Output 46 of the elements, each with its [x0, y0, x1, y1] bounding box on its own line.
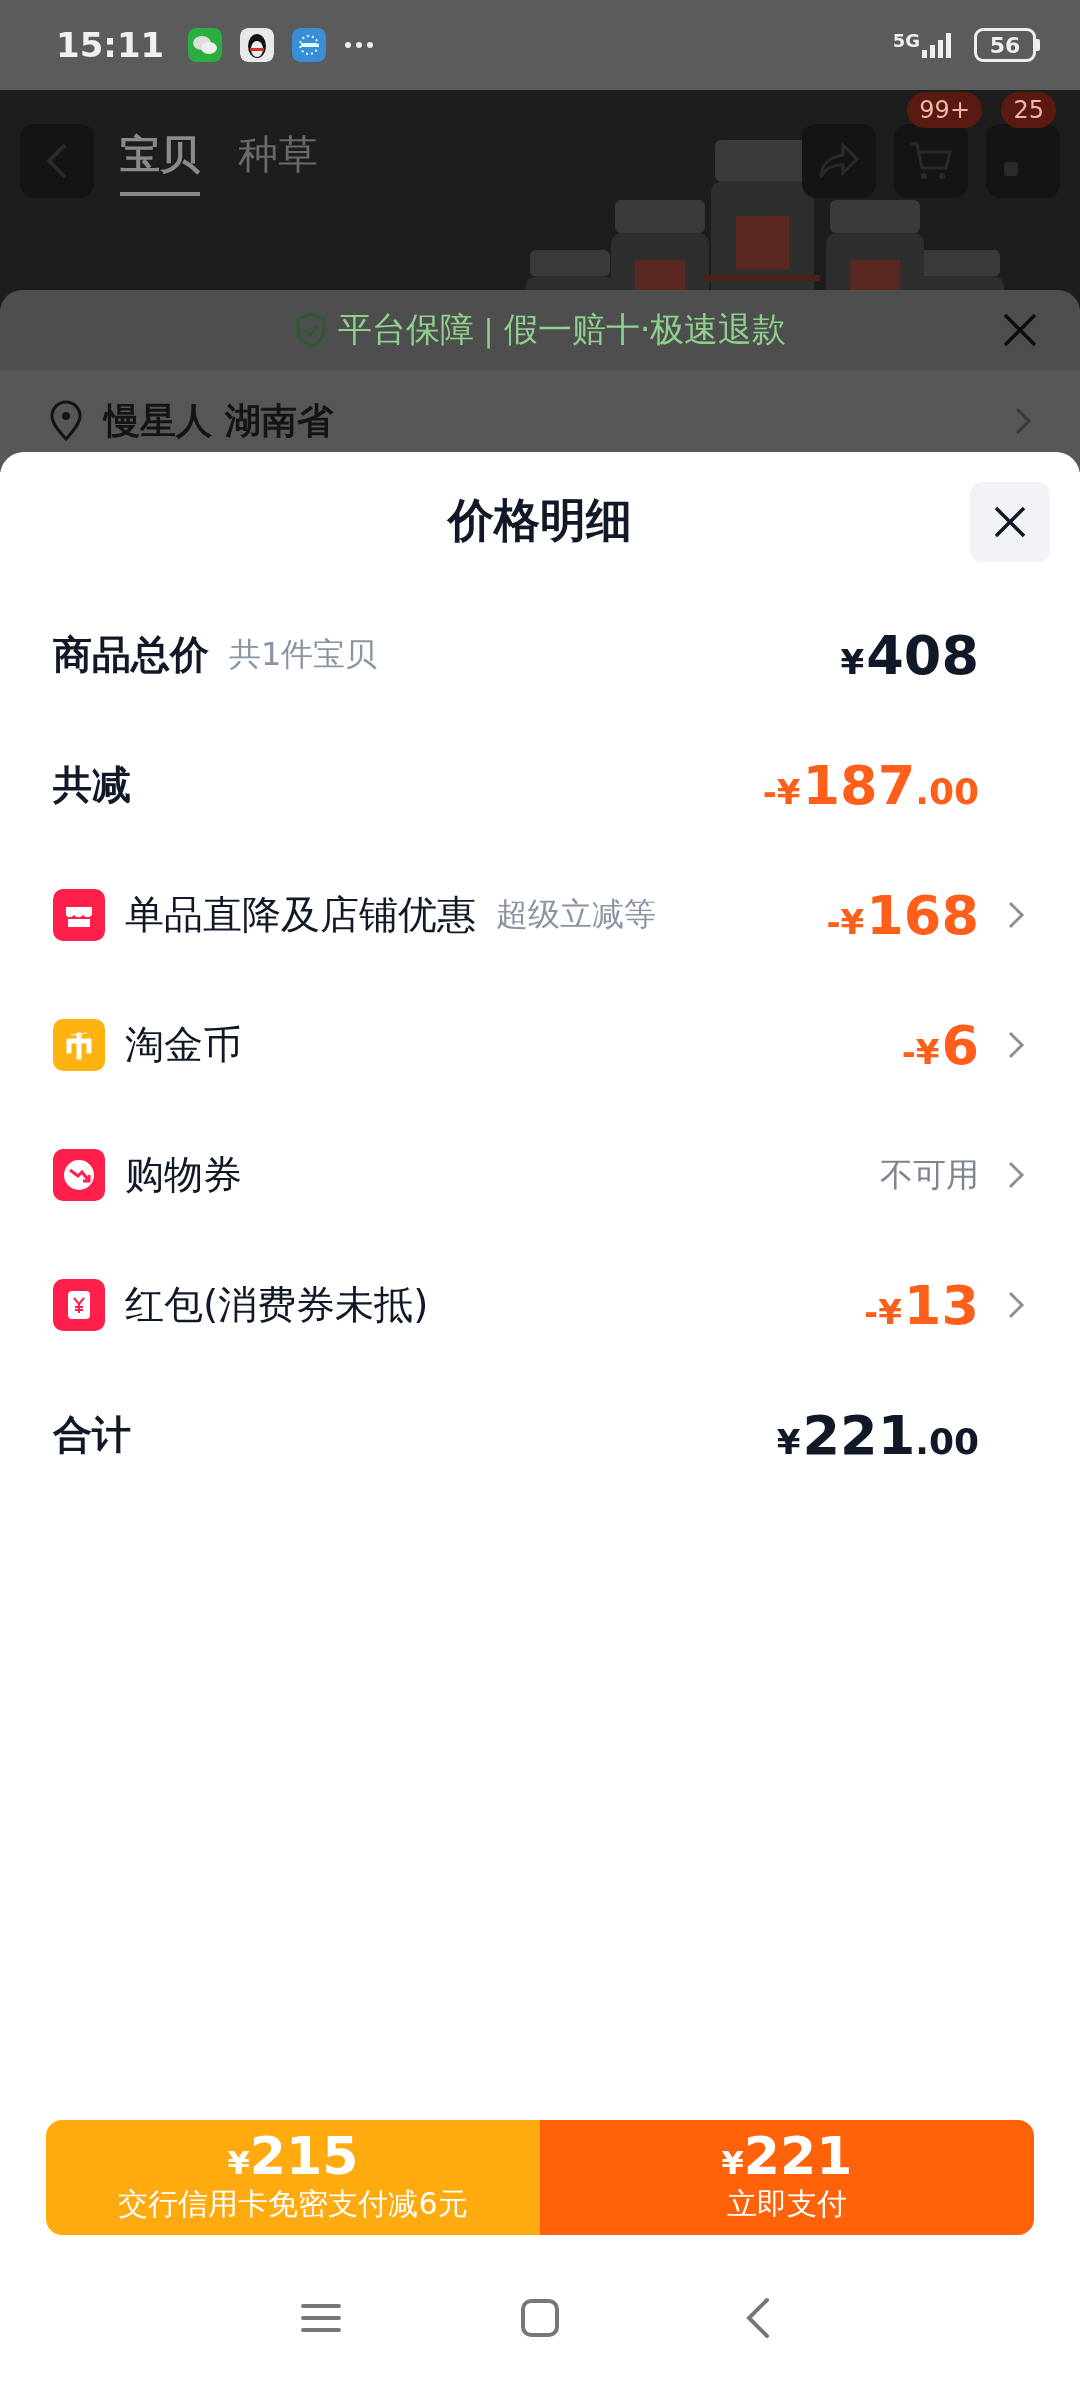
row-label: 红包(消费券未抵) — [125, 1281, 429, 1329]
price-value: -¥6 — [901, 1013, 979, 1077]
coin-icon — [53, 1019, 105, 1071]
network-label: 5G — [892, 30, 920, 51]
row-note: 超级立减等 — [496, 894, 656, 935]
close-icon[interactable] — [1002, 312, 1038, 348]
close-icon — [993, 505, 1027, 539]
separator: | — [483, 312, 494, 348]
address-text: 慢星人 湖南省 — [104, 398, 334, 443]
location-pin-icon — [48, 400, 84, 442]
guarantee-text: 假一赔十·极速退款 — [503, 308, 787, 351]
price-value: ¥221.00 — [776, 1403, 979, 1467]
price-value: ¥408 — [840, 623, 979, 687]
price-value: 不可用 — [880, 1153, 979, 1196]
price-value: -¥13 — [864, 1273, 979, 1337]
header-tab[interactable]: 宝贝 — [120, 126, 200, 196]
chevron-icon[interactable] — [1007, 900, 1025, 930]
row-label: 单品直降及店铺优惠 — [125, 891, 476, 939]
close-button[interactable] — [970, 482, 1050, 562]
chevron-icon[interactable] — [1007, 1030, 1025, 1060]
row-label: 购物券 — [125, 1151, 242, 1199]
shop-icon — [53, 889, 105, 941]
price-value: -¥168 — [826, 883, 979, 947]
row-label: 商品总价 — [53, 631, 209, 679]
pay-button[interactable]: ¥215 交行信用卡免密支付减6元 — [46, 2120, 540, 2235]
row-label: 合计 — [53, 1411, 131, 1459]
count-badge: 25 — [1001, 92, 1056, 128]
chat-app-icon — [188, 28, 223, 62]
row-note: 共1件宝贝 — [229, 634, 378, 675]
count-badge: 99+ — [907, 92, 982, 128]
coupon-icon — [53, 1149, 105, 1201]
penguin-app-icon — [240, 28, 275, 62]
row-label: 共减 — [53, 761, 131, 809]
router-app-icon — [292, 28, 327, 62]
price-value: -¥187.00 — [762, 753, 979, 817]
chevron-icon[interactable] — [1007, 1290, 1025, 1320]
chevron-icon[interactable] — [1014, 406, 1032, 436]
envelope-icon — [53, 1279, 105, 1331]
more-icon — [344, 41, 375, 49]
sheet-title: 价格明细 — [448, 492, 632, 549]
header-tab[interactable]: 种草 — [238, 126, 318, 196]
clock-time: 15:11 — [56, 25, 165, 65]
row-label: 淘金币 — [125, 1021, 242, 1069]
guarantee-title: 平台保障 — [337, 308, 474, 351]
pay-button[interactable]: ¥221 立即支付 — [540, 2120, 1034, 2235]
chevron-icon[interactable] — [1007, 1160, 1025, 1190]
